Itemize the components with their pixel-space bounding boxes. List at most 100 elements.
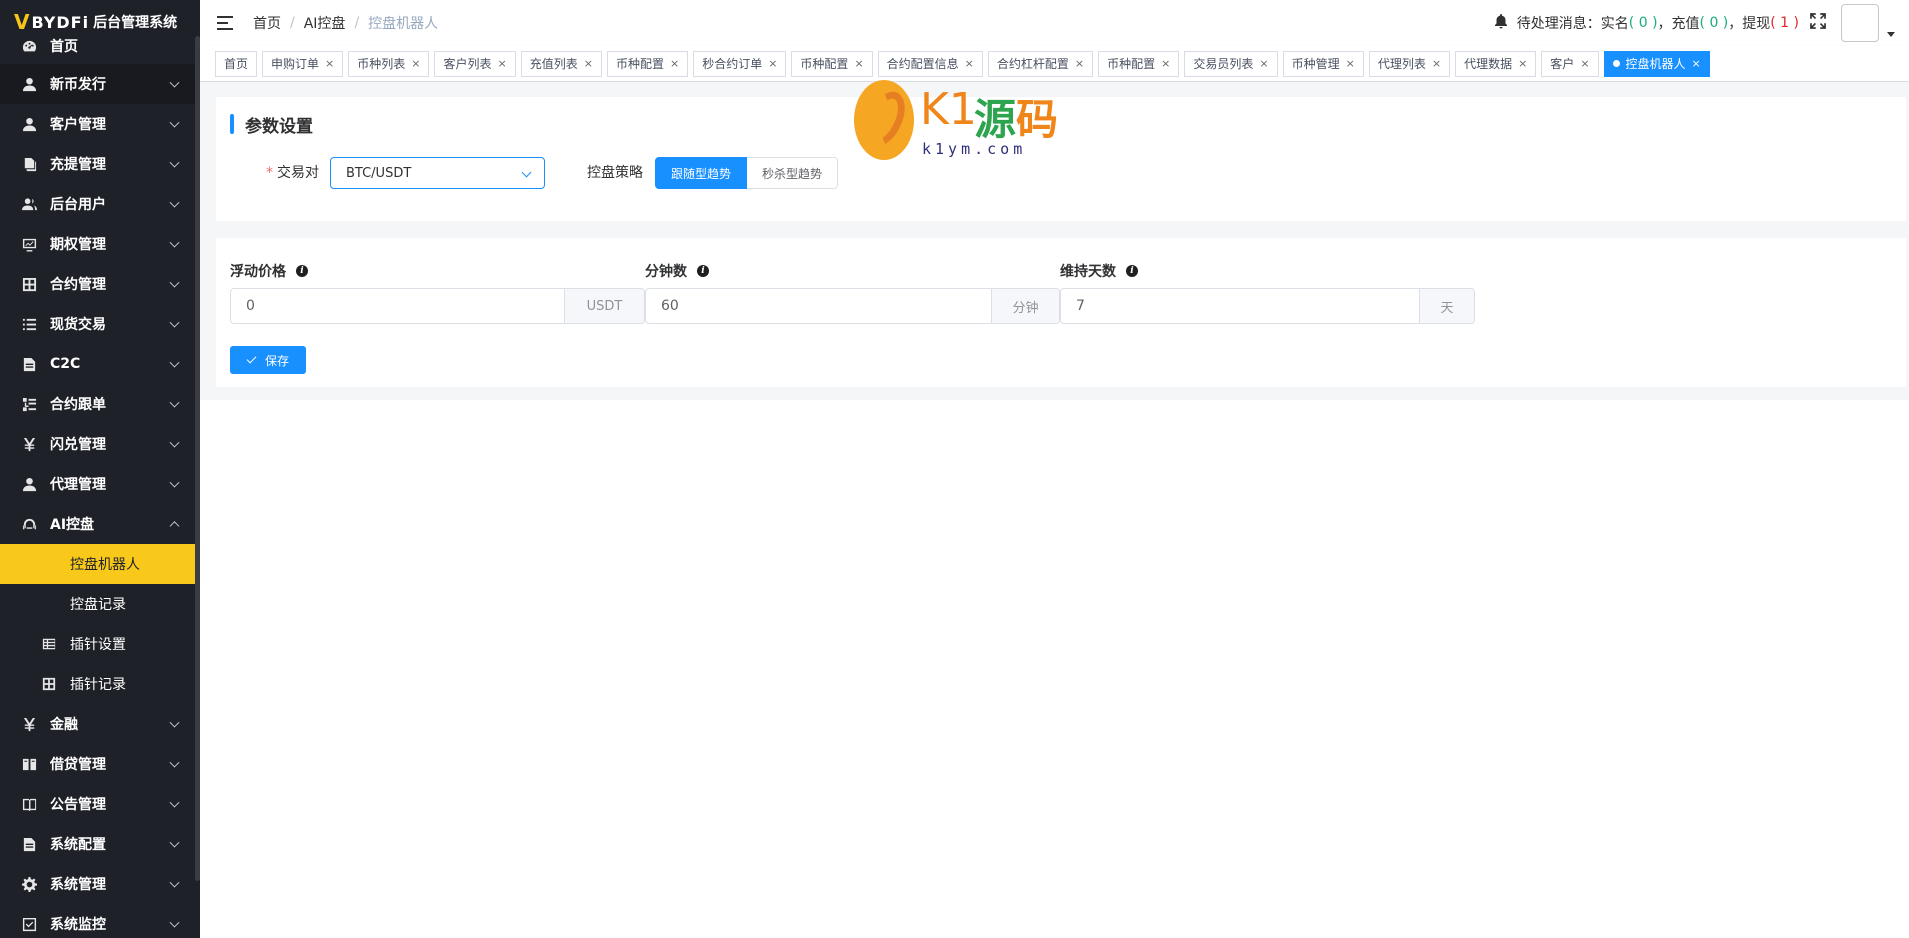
tab-13[interactable]: 代理列表 ×	[1368, 50, 1451, 77]
avatar[interactable]	[1841, 4, 1879, 42]
close-icon[interactable]: ×	[1432, 52, 1441, 76]
robot-icon	[20, 515, 38, 533]
breadcrumb-ai-control[interactable]: AI控盘	[304, 13, 346, 33]
caret-down-icon[interactable]	[1887, 31, 1895, 37]
sidebar-item-system-monitor[interactable]: 系统监控	[0, 904, 200, 938]
chevron-down-icon	[169, 477, 180, 488]
chevron-down-icon	[169, 717, 180, 728]
float-price-unit: USDT	[564, 289, 644, 323]
recharge-label: ，充值	[1657, 16, 1700, 32]
tab-7[interactable]: 币种配置 ×	[791, 50, 873, 77]
sidebar-item-contracts[interactable]: 合约管理	[0, 264, 200, 304]
chevron-down-icon	[169, 437, 180, 448]
tab-1[interactable]: 申购订单 ×	[262, 50, 344, 77]
recharge-count[interactable]: ( 0 )	[1700, 15, 1729, 31]
tab-11[interactable]: 交易员列表 ×	[1184, 50, 1278, 77]
sidebar-item-home[interactable]: 首页	[0, 36, 200, 56]
withdraw-label: ，提现	[1728, 16, 1771, 32]
pair-label: * 交易对	[266, 165, 319, 181]
close-icon[interactable]: ×	[1075, 52, 1084, 76]
chevron-down-icon	[169, 757, 180, 768]
strategy-spike-trend[interactable]: 秒杀型趋势	[747, 157, 839, 189]
close-icon[interactable]: ×	[1346, 52, 1355, 76]
sidebar-item-flash-exchange[interactable]: 闪兑管理	[0, 424, 200, 464]
sidebar-item-ai-control[interactable]: AI控盘	[0, 504, 200, 544]
close-icon[interactable]: ×	[854, 52, 863, 76]
close-icon[interactable]: ×	[1518, 52, 1527, 76]
chevron-down-icon	[169, 317, 180, 328]
fullscreen-icon[interactable]	[1799, 12, 1841, 34]
chevron-down-icon	[169, 877, 180, 888]
realname-count[interactable]: ( 0 )	[1629, 15, 1658, 31]
chevron-down-icon	[169, 77, 180, 88]
close-icon[interactable]: ×	[670, 52, 679, 76]
pair-select[interactable]: BTC/USDT	[330, 157, 545, 189]
withdraw-count[interactable]: ( 1 )	[1770, 15, 1799, 31]
hamburger-icon[interactable]	[217, 16, 235, 30]
minutes-input[interactable]: 60 分钟	[645, 288, 1060, 324]
tab-0[interactable]: 首页	[215, 50, 258, 77]
close-icon[interactable]: ×	[1580, 52, 1589, 76]
sidebar-item-customers[interactable]: 客户管理	[0, 104, 200, 144]
close-icon[interactable]: ×	[411, 52, 420, 76]
tab-10[interactable]: 币种配置 ×	[1098, 50, 1180, 77]
tab-9[interactable]: 合约杠杆配置 ×	[987, 50, 1094, 77]
chevron-down-icon	[169, 397, 180, 408]
info-icon[interactable]: i	[697, 265, 709, 277]
strategy-follow-trend[interactable]: 跟随型趋势	[655, 157, 748, 189]
close-icon[interactable]: ×	[584, 52, 593, 76]
info-icon[interactable]: i	[1126, 265, 1138, 277]
close-icon[interactable]: ×	[325, 52, 334, 76]
top-header: 首页 / AI控盘 / 控盘机器人 待处理消息：实名 ( 0 ) ，充值 ( 0…	[200, 0, 1909, 46]
tab-16[interactable]: 控盘机器人 ×	[1603, 50, 1710, 77]
chevron-down-icon	[169, 277, 180, 288]
sidebar-item-copy-trading[interactable]: 合约跟单	[0, 384, 200, 424]
sidebar-item-announcements[interactable]: 公告管理	[0, 784, 200, 824]
book-open-icon	[20, 795, 38, 813]
sidebar-item-system-admin[interactable]: 系统管理	[0, 864, 200, 904]
tab-14[interactable]: 代理数据 ×	[1455, 50, 1537, 77]
user-icon	[20, 115, 38, 133]
tab-4[interactable]: 充值列表 ×	[520, 50, 602, 77]
sidebar-item-new-coin[interactable]: 新币发行	[0, 64, 200, 104]
bell-icon[interactable]	[1493, 13, 1517, 33]
chevron-up-icon	[169, 521, 180, 532]
tab-8[interactable]: 合约配置信息 ×	[877, 50, 983, 77]
tab-3[interactable]: 客户列表 ×	[434, 50, 516, 77]
save-button[interactable]: 保存	[230, 346, 306, 374]
tab-5[interactable]: 币种配置 ×	[606, 50, 689, 77]
float-price-input[interactable]: 0 USDT	[230, 288, 645, 324]
sidebar-item-control-records[interactable]: 控盘记录	[0, 584, 200, 624]
sidebar-item-spike-records[interactable]: 插针记录	[0, 664, 200, 704]
close-icon[interactable]: ×	[965, 52, 974, 76]
sidebar-item-spot[interactable]: 现货交易	[0, 304, 200, 344]
sidebar-item-c2c[interactable]: C2C	[0, 344, 200, 384]
close-icon[interactable]: ×	[498, 52, 507, 76]
breadcrumb-home[interactable]: 首页	[253, 13, 281, 33]
info-icon[interactable]: i	[296, 265, 308, 277]
close-icon[interactable]: ×	[768, 52, 777, 76]
chevron-down-icon	[169, 117, 180, 128]
sidebar-item-loans[interactable]: 借贷管理	[0, 744, 200, 784]
sidebar-item-finance[interactable]: 金融	[0, 704, 200, 744]
days-input[interactable]: 7 天	[1060, 288, 1475, 324]
days-label: 维持天数 i	[1060, 261, 1138, 281]
strategy-label: 控盘策略	[587, 165, 643, 181]
chevron-down-icon	[169, 157, 180, 168]
sidebar-item-admin-users[interactable]: 后台用户	[0, 184, 200, 224]
close-icon[interactable]: ×	[1692, 52, 1701, 76]
sidebar-item-spike-settings[interactable]: 插针设置	[0, 624, 200, 664]
sidebar-item-deposit-withdraw[interactable]: 充提管理	[0, 144, 200, 184]
doc-icon	[20, 835, 38, 853]
tab-15[interactable]: 客户 ×	[1541, 50, 1599, 77]
sidebar-item-options[interactable]: 期权管理	[0, 224, 200, 264]
tab-2[interactable]: 币种列表 ×	[348, 50, 430, 77]
sidebar-item-control-robot[interactable]: 控盘机器人	[0, 544, 200, 584]
tab-12[interactable]: 币种管理 ×	[1282, 50, 1364, 77]
sidebar-item-agents[interactable]: 代理管理	[0, 464, 200, 504]
close-icon[interactable]: ×	[1259, 52, 1268, 76]
list-icon	[20, 315, 38, 333]
tab-6[interactable]: 秒合约订单 ×	[693, 50, 787, 77]
sidebar-item-system-config[interactable]: 系统配置	[0, 824, 200, 864]
close-icon[interactable]: ×	[1161, 52, 1170, 76]
